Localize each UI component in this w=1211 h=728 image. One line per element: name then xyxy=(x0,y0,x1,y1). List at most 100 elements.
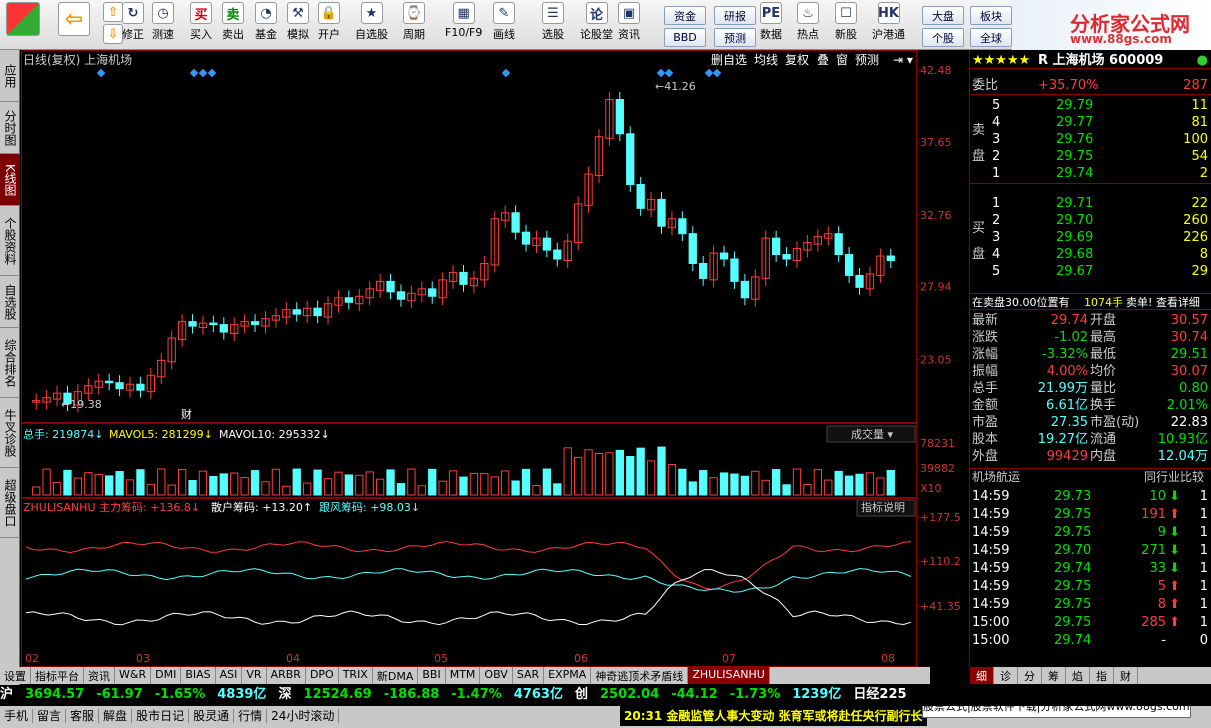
chart-button-5[interactable]: 预测 xyxy=(855,53,879,67)
sector-tab[interactable]: 机场航运 xyxy=(972,469,1020,486)
toolbar-small-button[interactable]: 研报 xyxy=(714,6,756,25)
bid-price[interactable]: 29.67 xyxy=(1056,263,1093,280)
toolbar-f10-button[interactable]: ▦ F10/F9 xyxy=(445,2,482,48)
promo-banner[interactable]: 股票公式|股票软件下载|分析家公式网www.88gs.com xyxy=(922,706,1191,718)
indicator-tab[interactable]: ARBR xyxy=(267,667,306,684)
indicator-tab[interactable]: ZHULISANHU xyxy=(688,667,770,684)
indicator-tab[interactable]: MTM xyxy=(446,667,481,684)
toolbar-acct-button[interactable]: 🔒 开户 xyxy=(318,2,340,48)
indicator-tab[interactable]: SAR xyxy=(513,667,545,684)
status-item[interactable]: 手机 xyxy=(0,709,34,723)
status-item[interactable]: 行情 xyxy=(234,709,268,723)
news-ticker[interactable]: 20:31 金融监管人事大变动 张育军或将赴任央行副行长 xyxy=(620,706,927,726)
toolbar-period-button[interactable]: ⌚ 周期 xyxy=(403,2,425,48)
toolbar-fix-button[interactable]: ↻ 修正 xyxy=(122,2,144,48)
left-tab-1[interactable]: 分时图 xyxy=(0,102,20,154)
left-tab-3[interactable]: 个股资料 xyxy=(0,206,20,276)
side-tab[interactable]: 焰 xyxy=(1066,667,1090,684)
bid-price[interactable]: 29.68 xyxy=(1056,246,1093,263)
side-tab[interactable]: 指 xyxy=(1090,667,1114,684)
indicator-tab[interactable]: BIAS xyxy=(181,667,216,684)
left-tab-2[interactable]: K线图 xyxy=(0,154,20,206)
indicator-tab[interactable]: 新DMA xyxy=(373,667,419,684)
toolbar-fund-button[interactable]: ◔ 基金 xyxy=(255,2,277,48)
side-tab[interactable]: 筹 xyxy=(1042,667,1066,684)
bid-price[interactable]: 29.69 xyxy=(1056,229,1093,246)
toolbar-buy-button[interactable]: 买买入 xyxy=(190,2,212,48)
alert-detail-link[interactable]: 卖单! 查看详细 xyxy=(1126,294,1200,311)
side-tab[interactable]: 分 xyxy=(1018,667,1042,684)
ask-price[interactable]: 29.74 xyxy=(1056,165,1093,182)
chart-button-3[interactable]: 叠 xyxy=(817,53,829,67)
tick-volume: 191 xyxy=(1141,507,1166,522)
status-item[interactable]: 留言 xyxy=(33,709,67,723)
toolbar-pick-button[interactable]: ☰ 选股 xyxy=(542,2,564,48)
indicator-tab[interactable]: VR xyxy=(242,667,267,684)
chart-button-4[interactable]: 窗 xyxy=(836,53,848,67)
toolbar-small-button[interactable]: 个股 xyxy=(922,28,964,47)
toolbar-fav-button[interactable]: ★ 自选股 xyxy=(355,2,388,48)
indicator-tab[interactable]: ASI xyxy=(216,667,243,684)
left-tab-5[interactable]: 综合排名 xyxy=(0,328,20,398)
left-tab-7[interactable]: 超级盘口 xyxy=(0,468,20,538)
bid-price[interactable]: 29.71 xyxy=(1056,195,1093,212)
indicator-tab[interactable]: DMI xyxy=(151,667,182,684)
indicator-tab[interactable]: DPO xyxy=(306,667,339,684)
chart-area[interactable]: 日线(复权) 上海机场 删自选 均线 复权叠窗预测 ⇥ ▾ 42.48 37.65 32.76… xyxy=(21,50,969,667)
side-tab[interactable]: 诊 xyxy=(994,667,1018,684)
toolbar-small-button[interactable]: 大盘 xyxy=(922,6,964,25)
down-arrow-icon: ⬇ xyxy=(1169,525,1180,540)
candle-body xyxy=(250,321,260,326)
toolbar-sim-button[interactable]: ⚒ 模拟 xyxy=(287,2,309,48)
month-label: 03 xyxy=(136,652,150,665)
indicator-tab[interactable]: TRIX xyxy=(339,667,373,684)
kline-chart[interactable]: 日线(复权) 上海机场 删自选 均线 复权叠窗预测 ⇥ ▾ 42.48 37.65 32.76… xyxy=(21,50,969,667)
indicator-tab[interactable]: EXPMA xyxy=(544,667,592,684)
indicator-tab[interactable]: 指标平台 xyxy=(31,667,84,684)
toolbar-small-button[interactable]: 板块 xyxy=(970,6,1012,25)
home-button[interactable] xyxy=(6,2,40,48)
ask-price[interactable]: 29.77 xyxy=(1056,114,1093,131)
side-tab[interactable]: 细 xyxy=(970,667,994,684)
left-tab-6[interactable]: 牛叉诊股 xyxy=(0,398,20,468)
toolbar-small-button[interactable]: 资金 xyxy=(664,6,706,25)
toolbar-draw-button[interactable]: ✎ 画线 xyxy=(493,2,515,48)
ask-price[interactable]: 29.79 xyxy=(1056,97,1093,114)
chart-button-1[interactable]: 均线 xyxy=(754,53,778,67)
status-item[interactable]: 客服 xyxy=(66,709,100,723)
toolbar-news-button[interactable]: ▣ 资讯 xyxy=(618,2,640,48)
indicator-tab[interactable]: BBI xyxy=(418,667,446,684)
toolbar-small-button[interactable]: 全球 xyxy=(970,28,1012,47)
indicator-tab[interactable]: 神奇逃顶术矛盾线 xyxy=(591,667,689,684)
indicator-tab[interactable]: 资讯 xyxy=(84,667,115,684)
volume-bar xyxy=(459,476,468,496)
tick-volume: 10 xyxy=(1149,489,1166,504)
toolbar-forum-button[interactable]: 论论股堂 xyxy=(580,2,613,48)
toolbar-sell-button[interactable]: 卖卖出 xyxy=(222,2,244,48)
toolbar-hot-button[interactable]: ♨ 热点 xyxy=(797,2,819,48)
toolbar-speed-button[interactable]: ◷ 测速 xyxy=(152,2,174,48)
toolbar-hk-button[interactable]: HK 沪港通 xyxy=(872,2,905,48)
up-down-button[interactable]: ⇧ ⇩ xyxy=(103,2,123,48)
back-button[interactable]: ⇦ xyxy=(58,2,90,48)
ask-price[interactable]: 29.76 xyxy=(1056,131,1093,148)
side-tab[interactable]: 财 xyxy=(1114,667,1138,684)
status-item[interactable]: 股灵通 xyxy=(189,709,235,723)
indicator-tab[interactable]: OBV xyxy=(480,667,513,684)
toolbar-small-button[interactable]: BBD xyxy=(664,28,706,47)
chart-button-2[interactable]: 复权 xyxy=(785,53,809,67)
toolbar-ipo-button[interactable]: ☐ 新股 xyxy=(835,2,857,48)
status-item[interactable]: 24小时滚动 xyxy=(267,709,340,723)
indicator-tab[interactable]: 设置 xyxy=(0,667,31,684)
sector-compare-tab[interactable]: 同行业比较 xyxy=(1144,469,1204,486)
bid-price[interactable]: 29.70 xyxy=(1056,212,1093,229)
chart-button-0[interactable]: 删自选 xyxy=(711,53,747,67)
ask-price[interactable]: 29.75 xyxy=(1056,148,1093,165)
left-tab-0[interactable]: 应用 xyxy=(0,50,20,102)
status-item[interactable]: 解盘 xyxy=(99,709,133,723)
left-tab-4[interactable]: 自选股 xyxy=(0,276,20,328)
indicator-tab[interactable]: W&R xyxy=(115,667,152,684)
toolbar-data-button[interactable]: PE 数据 xyxy=(760,2,782,48)
status-item[interactable]: 股市日记 xyxy=(132,709,190,723)
toolbar-small-button[interactable]: 预测 xyxy=(714,28,756,47)
